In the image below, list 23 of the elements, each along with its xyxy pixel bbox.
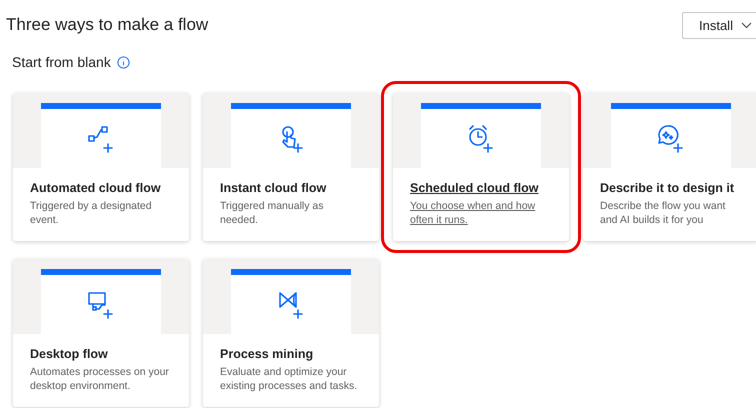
- flow-card[interactable]: Instant cloud flow Triggered manually as needed.: [203, 93, 379, 241]
- card-description: Triggered by a designated event.: [30, 199, 153, 227]
- card-title: Instant cloud flow: [220, 180, 328, 196]
- card-description: Describe the flow you want and AI builds it for you: [600, 199, 726, 227]
- card-description: You choose when and how often it runs.: [410, 199, 536, 227]
- info-icon[interactable]: [116, 56, 130, 69]
- section-title: Start from blank: [12, 53, 111, 72]
- card-description: Evaluate and optimize your existing processes and tasks.: [220, 365, 358, 393]
- card-title: Describe it to design it: [600, 180, 736, 196]
- flow-card[interactable]: Describe it to design it Describe the flow you want and AI builds it for you: [583, 93, 756, 241]
- card-title: Process mining: [220, 346, 314, 362]
- card-description: Triggered manually as needed.: [220, 199, 324, 227]
- chevron-down-icon: [740, 22, 752, 29]
- card-title: Scheduled cloud flow: [410, 180, 540, 196]
- flow-card[interactable]: Process mining Evaluate and optimize your existing processes and tasks.: [203, 259, 379, 407]
- install-button[interactable]: Install: [682, 12, 756, 39]
- flow-card[interactable]: Scheduled cloud flow You choose when and how often it runs.: [393, 93, 569, 241]
- card-title: Automated cloud flow: [30, 180, 162, 196]
- flow-card[interactable]: Desktop flow Automates processes on your desktop environment.: [13, 259, 189, 407]
- flow-card[interactable]: Automated cloud flow Triggered by a designated event.: [13, 93, 189, 241]
- page-title: Three ways to make a flow: [6, 14, 208, 36]
- card-description: Automates processes on your desktop environment.: [30, 365, 170, 393]
- card-title: Desktop flow: [30, 346, 109, 362]
